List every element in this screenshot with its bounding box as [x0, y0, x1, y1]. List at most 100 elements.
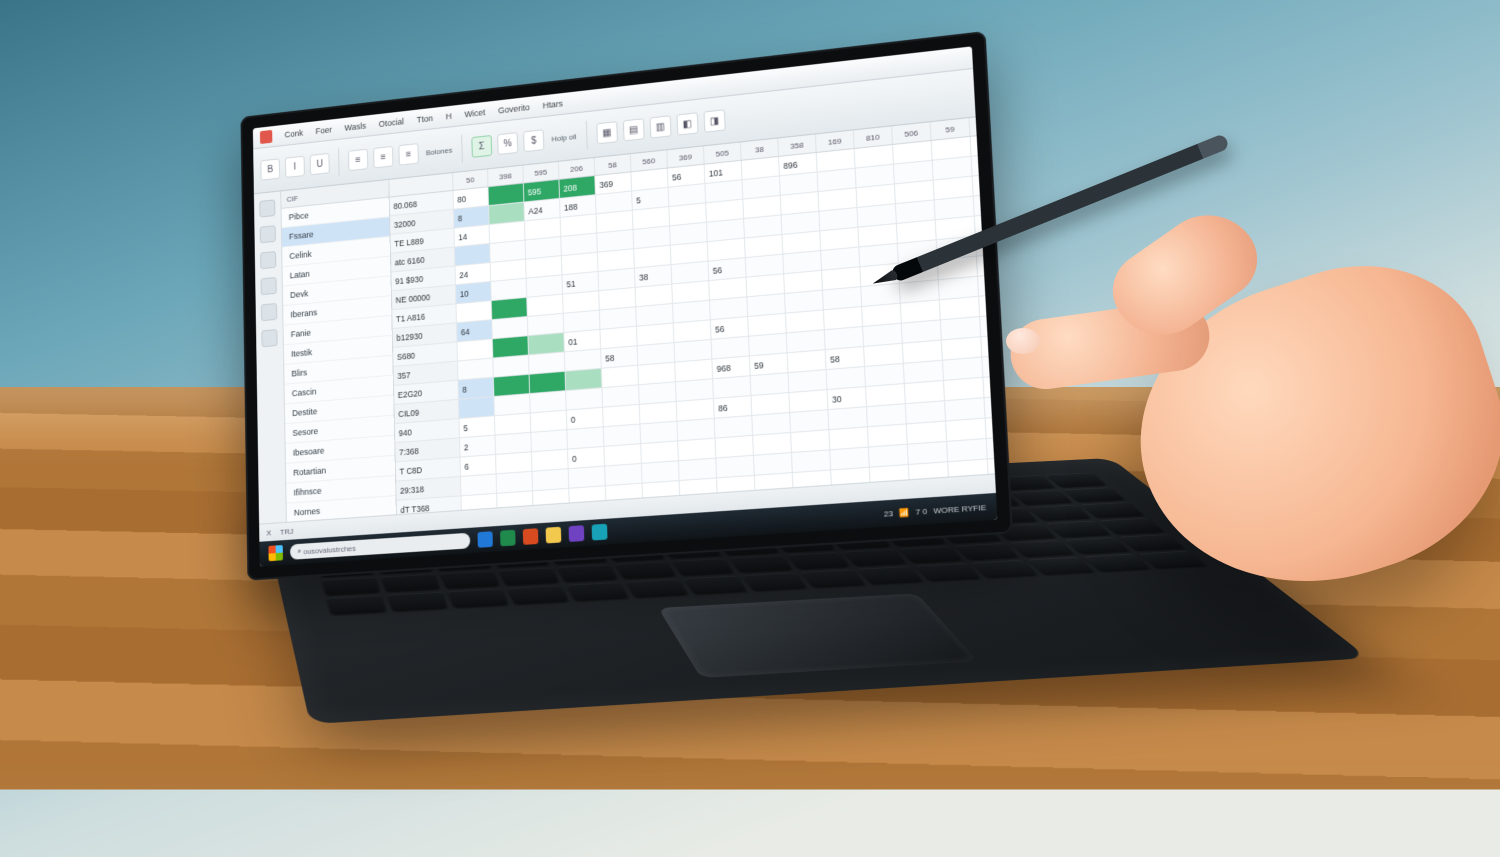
cell[interactable]	[792, 450, 831, 473]
wifi-icon: 📶	[899, 507, 910, 517]
taskbar-app-icon[interactable]	[592, 524, 608, 541]
taskbar-app-icon[interactable]	[477, 531, 492, 548]
cell[interactable]	[605, 464, 642, 486]
menu-item[interactable]: Wicet	[464, 108, 485, 120]
spreadsheet-grid[interactable]: 5039859520658560369505383581698105065988…	[389, 117, 995, 514]
cell[interactable]	[604, 444, 641, 466]
tool-icon[interactable]	[261, 277, 277, 295]
cell[interactable]	[983, 375, 994, 398]
menu-item[interactable]: H	[446, 111, 452, 121]
cell[interactable]	[678, 439, 716, 462]
cell[interactable]	[830, 447, 870, 470]
menu-item[interactable]: Foer	[315, 125, 332, 136]
cell[interactable]	[986, 416, 995, 439]
ribbon-label: Bolones	[426, 145, 453, 156]
cell[interactable]: 0	[568, 447, 605, 469]
cell[interactable]	[978, 273, 995, 297]
tray-time: 7 0	[915, 506, 927, 516]
system-tray[interactable]: 23 📶 7 0 WORE RYFIE	[884, 502, 987, 518]
cell[interactable]	[946, 419, 987, 442]
cell[interactable]	[532, 450, 569, 472]
start-button-icon[interactable]	[268, 545, 283, 561]
cell[interactable]	[947, 439, 988, 462]
cell[interactable]	[975, 213, 995, 237]
tool-icon[interactable]	[260, 225, 276, 243]
cell[interactable]	[753, 433, 792, 456]
app-logo-icon	[260, 130, 272, 144]
cell[interactable]	[679, 458, 717, 481]
cell[interactable]	[829, 427, 869, 450]
side-pane-list: PibceFssareCelinkLatanDevkIberansFanieIt…	[281, 198, 396, 522]
cell[interactable]	[642, 461, 680, 483]
cell[interactable]	[715, 436, 753, 459]
cell[interactable]	[641, 441, 679, 463]
taskbar-app-icon[interactable]	[523, 528, 539, 545]
fingernail	[1006, 328, 1040, 354]
cell[interactable]	[791, 430, 830, 453]
tool-icon[interactable]	[261, 329, 277, 347]
cell[interactable]	[971, 136, 995, 156]
percent-button[interactable]: %	[497, 132, 518, 155]
menu-item[interactable]: Otocial	[379, 117, 404, 129]
menu-item[interactable]: Htars	[543, 99, 563, 111]
taskbar-app-icon[interactable]	[546, 527, 562, 544]
table-style-button[interactable]: ◨	[703, 109, 725, 132]
cell-reference: TRJ	[280, 527, 293, 536]
cell[interactable]	[907, 421, 947, 444]
table-style-button[interactable]: ▤	[623, 118, 645, 141]
cell[interactable]	[497, 472, 533, 494]
menu-item[interactable]: Goverito	[498, 102, 530, 115]
tray-number: 23	[884, 508, 894, 518]
trackpad[interactable]	[658, 593, 978, 678]
tool-icon[interactable]	[260, 251, 276, 269]
cell[interactable]	[972, 153, 995, 177]
cell[interactable]	[532, 469, 569, 491]
italic-button[interactable]: I	[285, 156, 305, 178]
cell[interactable]: 6	[460, 455, 496, 477]
cell[interactable]	[868, 424, 908, 447]
cell[interactable]	[976, 233, 995, 257]
sum-button[interactable]: Σ	[471, 135, 492, 158]
hand-finger	[1006, 296, 1214, 393]
scene: Conk Foer Wasls Otocial Tton H Wicet Gov…	[0, 0, 1500, 857]
align-left-button[interactable]: ≡	[348, 149, 368, 172]
align-right-button[interactable]: ≡	[398, 143, 418, 166]
cell[interactable]	[985, 395, 995, 418]
cell[interactable]	[980, 314, 995, 338]
table-style-button[interactable]: ▦	[596, 121, 618, 144]
tool-icon[interactable]	[261, 303, 277, 321]
cell[interactable]	[461, 474, 497, 496]
cell[interactable]	[981, 334, 995, 358]
table-style-button[interactable]: ▥	[649, 115, 671, 138]
cell[interactable]	[974, 193, 995, 217]
grid-rows[interactable]: 80.0688059520836956101896320008A241885TE…	[390, 136, 995, 514]
cell[interactable]	[716, 456, 755, 479]
tool-icon[interactable]	[259, 199, 275, 217]
align-center-button[interactable]: ≡	[373, 146, 393, 169]
underline-button[interactable]: U	[310, 153, 330, 175]
bold-button[interactable]: B	[260, 158, 280, 180]
screen: Conk Foer Wasls Otocial Tton H Wicet Gov…	[253, 46, 998, 566]
hand-thumb	[1098, 195, 1272, 355]
taskbar-app-icon[interactable]	[500, 530, 516, 547]
menu-item[interactable]: Wasls	[344, 121, 366, 133]
cell[interactable]	[987, 436, 995, 459]
ribbon-label: Holp oil	[551, 132, 576, 143]
cell[interactable]	[977, 253, 995, 277]
cell[interactable]	[569, 467, 606, 489]
cell[interactable]	[979, 293, 995, 317]
cell[interactable]	[982, 354, 995, 378]
cell[interactable]	[908, 442, 948, 465]
table-style-button[interactable]: ◧	[676, 112, 698, 135]
taskbar-app-icon[interactable]	[569, 525, 585, 542]
column-header[interactable]: 88	[970, 114, 998, 136]
menu-item[interactable]: Conk	[285, 128, 304, 139]
currency-button[interactable]: $	[523, 129, 544, 152]
sheet-tab[interactable]: X	[266, 528, 271, 537]
cell[interactable]	[496, 452, 532, 474]
cell[interactable]	[973, 173, 995, 197]
menu-item[interactable]: Tton	[416, 113, 433, 124]
cell[interactable]	[754, 453, 793, 476]
cell[interactable]	[869, 445, 909, 468]
ribbon-separator	[585, 121, 587, 150]
